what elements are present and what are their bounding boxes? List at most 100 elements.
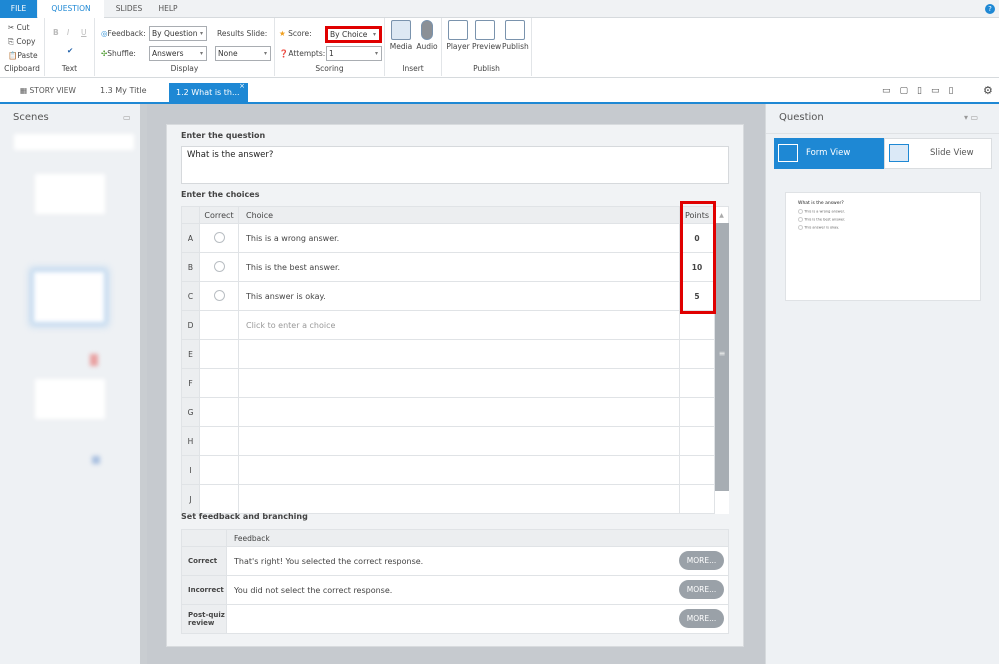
paste-button[interactable]: 📋Paste	[8, 51, 38, 60]
choice-letter: C	[181, 281, 200, 311]
tab-story-view[interactable]: ▦ STORY VIEW	[20, 86, 76, 95]
choice-row: C This answer is okay. 5	[181, 281, 729, 311]
points-cell[interactable]	[679, 368, 715, 398]
more-button[interactable]: MORE...	[679, 580, 724, 599]
correct-cell[interactable]	[199, 339, 239, 369]
choice-text[interactable]	[238, 368, 680, 398]
correct-radio[interactable]	[213, 231, 225, 243]
correct-cell[interactable]	[199, 397, 239, 427]
points-cell[interactable]	[679, 397, 715, 427]
attempts-dropdown[interactable]: 1	[326, 46, 382, 61]
choice-text[interactable]: This is a wrong answer.	[238, 223, 680, 253]
scene-thumbnail[interactable]	[35, 379, 105, 419]
display-group: ◎Feedback: By Question ✣Shuffle: Answers…	[95, 18, 275, 76]
publish-button[interactable]: Publish	[502, 20, 529, 51]
bold-button[interactable]: B	[53, 28, 59, 37]
choice-text[interactable]	[238, 339, 680, 369]
more-button[interactable]: MORE...	[679, 551, 724, 570]
shuffle-dropdown[interactable]: Answers	[149, 46, 207, 61]
correct-cell[interactable]	[199, 310, 239, 340]
correct-cell[interactable]	[199, 455, 239, 485]
audio-button[interactable]: Audio	[414, 20, 440, 51]
points-highlight	[680, 201, 716, 314]
player-button[interactable]: Player	[445, 20, 471, 51]
slide-view-button[interactable]: Slide View	[884, 138, 992, 169]
scene-marker	[92, 456, 100, 464]
italic-button[interactable]: I	[67, 28, 69, 37]
preview-choice: This answer is okay.	[798, 225, 980, 230]
score-dropdown[interactable]: By Choice	[325, 26, 382, 43]
spellcheck-icon[interactable]: ✔	[67, 46, 73, 55]
tab-question[interactable]: QUESTION	[38, 0, 104, 19]
close-tab-icon[interactable]: ×	[239, 77, 245, 96]
text-group: B I U ✔ Text	[45, 18, 95, 76]
publish-group: Player Preview Publish Publish	[442, 18, 532, 76]
correct-radio[interactable]	[213, 260, 225, 272]
panel-dock-icon[interactable]: ▭	[123, 113, 131, 122]
choice-text[interactable]	[238, 455, 680, 485]
tab-my-title[interactable]: 1.3 My Title	[100, 86, 147, 95]
feedback-text[interactable]: MORE...	[226, 604, 729, 634]
scene-thumbnail[interactable]	[35, 174, 105, 214]
ribbon-tabs: FILE QUESTION SLIDES HELP ?	[0, 0, 999, 19]
points-cell[interactable]	[679, 455, 715, 485]
feedback-dropdown[interactable]: By Question	[149, 26, 207, 41]
copy-button[interactable]: ⎘ Copy	[8, 37, 35, 47]
choices-scrollbar[interactable]: ≡	[715, 223, 729, 491]
choice-column-header: Choice	[238, 206, 680, 224]
preview-question: What is the answer?	[798, 201, 844, 206]
choice-letter: G	[181, 397, 200, 427]
tab-slides[interactable]: SLIDES	[110, 0, 148, 18]
correct-cell[interactable]	[199, 368, 239, 398]
gear-icon[interactable]: ⚙	[983, 84, 993, 97]
points-cell[interactable]	[679, 310, 715, 340]
underline-button[interactable]: U	[81, 28, 87, 37]
preview-button[interactable]: Preview	[472, 20, 501, 51]
feedback-text[interactable]: You did not select the correct response.…	[226, 575, 729, 605]
correct-radio[interactable]	[213, 289, 225, 301]
choice-text[interactable]	[238, 484, 680, 514]
tab-what-is[interactable]: 1.2 What is th... ×	[169, 82, 248, 102]
scroll-up-arrow[interactable]: ▲	[714, 206, 729, 224]
text-group-label: Text	[61, 64, 78, 73]
points-cell[interactable]	[679, 426, 715, 456]
correct-cell[interactable]	[199, 484, 239, 514]
choice-letter: I	[181, 455, 200, 485]
feedback-text[interactable]: That's right! You selected the correct r…	[226, 546, 729, 576]
scene-marker	[90, 354, 98, 366]
tab-help[interactable]: HELP	[152, 0, 184, 18]
choice-row: H	[181, 426, 729, 456]
points-cell[interactable]	[679, 484, 715, 514]
device-preview-icons[interactable]: ▭▢▯▭▯	[882, 86, 962, 96]
correct-cell[interactable]	[199, 426, 239, 456]
tab-file[interactable]: FILE	[0, 0, 37, 18]
question-heading: Enter the question	[181, 131, 266, 140]
more-button[interactable]: MORE...	[679, 609, 724, 628]
choices-table: Correct Choice Points ▲ A This is a wron…	[181, 206, 729, 514]
insert-group: Media Audio Insert	[385, 18, 442, 76]
feedback-text-value: You did not select the correct response.	[234, 585, 393, 595]
choice-text[interactable]	[238, 426, 680, 456]
help-icon[interactable]: ?	[985, 4, 995, 14]
panel-splitter[interactable]	[140, 104, 147, 664]
publish-group-label: Publish	[473, 64, 500, 73]
scenes-title: Scenes	[13, 112, 49, 123]
results-slide-dropdown[interactable]: None	[215, 46, 271, 61]
question-input[interactable]: What is the answer?	[181, 146, 729, 184]
scoring-group: ★ Score: By Choice ❓Attempts: 1 Scoring	[275, 18, 385, 76]
correct-cell[interactable]	[199, 223, 239, 253]
panel-menu-icon[interactable]: ▾ ▭	[964, 113, 978, 122]
form-view-button[interactable]: Form View	[774, 138, 884, 169]
media-button[interactable]: Media	[388, 20, 414, 51]
choice-text[interactable]: This answer is okay.	[238, 281, 680, 311]
choice-text[interactable]	[238, 397, 680, 427]
scene-thumbnail-active[interactable]	[34, 272, 104, 322]
question-panel: Question ▾ ▭ Form View Slide View What i…	[765, 104, 999, 664]
correct-cell[interactable]	[199, 281, 239, 311]
correct-cell[interactable]	[199, 252, 239, 282]
cut-button[interactable]: ✂ Cut	[8, 23, 30, 32]
choice-letter: F	[181, 368, 200, 398]
points-cell[interactable]	[679, 339, 715, 369]
choice-text[interactable]: This is the best answer.	[238, 252, 680, 282]
choice-text[interactable]: Click to enter a choice	[238, 310, 680, 340]
